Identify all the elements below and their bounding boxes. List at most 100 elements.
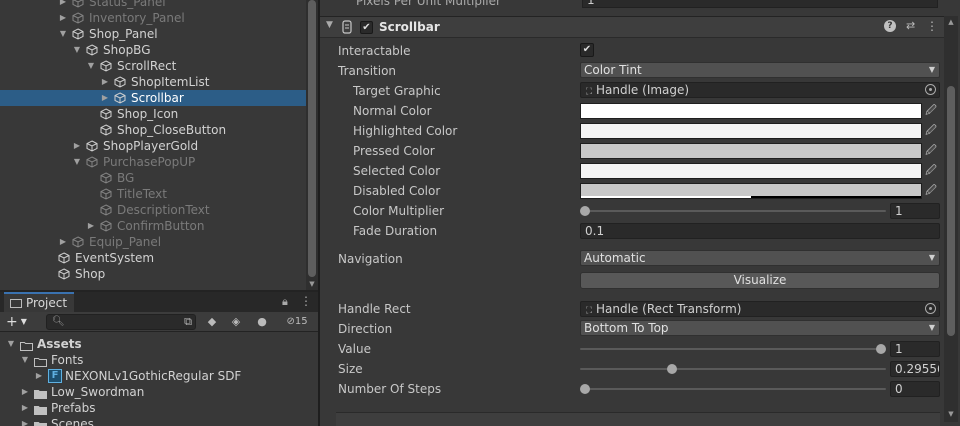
hierarchy-item[interactable]: Shop_Icon (0, 106, 306, 122)
hierarchy-item[interactable]: ▼ PurchasePopUP (0, 154, 306, 170)
navigation-dropdown[interactable]: Automatic ▼ (580, 250, 940, 266)
handle-rect-field[interactable]: ⛶ Handle (Rect Transform) (580, 301, 940, 317)
size-input[interactable]: 0.29556 (890, 361, 940, 377)
project-item[interactable]: ▶ Low_Swordman (0, 384, 318, 400)
disabled-color-swatch[interactable] (580, 183, 922, 199)
hierarchy-scroll-thumb[interactable] (308, 0, 316, 277)
project-item[interactable]: ▼ Assets (0, 336, 318, 352)
hierarchy-item[interactable]: ▼ ShopBG (0, 42, 306, 58)
component-enabled-checkbox[interactable]: ✔ (360, 21, 373, 34)
project-item[interactable]: ▶ Prefabs (0, 400, 318, 416)
slider-knob[interactable] (580, 206, 590, 216)
scroll-down-arrow-icon[interactable]: ▼ (947, 410, 955, 418)
kebab-menu-icon[interactable]: ⋮ (300, 294, 312, 308)
info-icon[interactable]: ● (254, 314, 270, 330)
hierarchy-item[interactable]: Shop_CloseButton (0, 122, 306, 138)
selected-color-swatch[interactable] (580, 163, 922, 179)
hierarchy-item[interactable]: ▶ ConfirmButton (0, 218, 306, 234)
hierarchy-item[interactable]: Shop (0, 266, 306, 282)
eyedropper-icon[interactable]: 🖉︎ (922, 143, 940, 159)
normal-color-swatch[interactable] (580, 103, 922, 119)
object-picker-icon[interactable] (925, 303, 936, 314)
object-picker-icon[interactable] (925, 84, 936, 95)
hierarchy-item[interactable]: ▶ Status_Panel (0, 0, 306, 10)
add-asset-button[interactable]: + ▼ (6, 314, 36, 330)
interactable-checkbox[interactable]: ✔ (580, 43, 594, 57)
hierarchy-item[interactable]: ▼ ScrollRect (0, 58, 306, 74)
expanded-arrow-icon[interactable]: ▼ (72, 154, 82, 170)
prev-field-input[interactable]: 1 (582, 0, 938, 8)
color-multiplier-slider[interactable] (580, 203, 886, 219)
slider-knob[interactable] (876, 344, 886, 354)
expanded-arrow-icon[interactable]: ▼ (86, 58, 96, 74)
project-item[interactable]: ▼ Fonts (0, 352, 318, 368)
project-item[interactable]: ▶ Scenes (0, 416, 318, 426)
component-menu-icon[interactable]: ⋮ (926, 19, 938, 33)
hierarchy-scrollbar[interactable]: ▼ (306, 0, 318, 290)
collapsed-arrow-icon[interactable]: ▶ (58, 0, 68, 10)
hidden-packages-toggle[interactable]: ⊘15 (280, 314, 314, 330)
collapsed-arrow-icon[interactable]: ▶ (20, 416, 30, 426)
collapsed-arrow-icon[interactable]: ▶ (58, 234, 68, 250)
inspector-scrollbar[interactable]: ▲ ▼ (944, 16, 958, 422)
collapsed-arrow-icon[interactable]: ▶ (86, 218, 96, 234)
transition-dropdown[interactable]: Color Tint ▼ (580, 62, 940, 78)
presets-icon[interactable]: ⇄ (906, 19, 915, 32)
hierarchy-item[interactable]: ▶ ShopItemList (0, 74, 306, 90)
collapsed-arrow-icon[interactable]: ▶ (58, 10, 68, 26)
size-slider[interactable] (580, 361, 886, 377)
value-input[interactable]: 1 (890, 341, 940, 357)
pressed-color-swatch[interactable] (580, 143, 922, 159)
hierarchy-item[interactable]: TitleText (0, 186, 306, 202)
foldout-arrow-icon[interactable]: ▼ (326, 20, 333, 30)
collapsed-arrow-icon[interactable]: ▶ (100, 74, 110, 90)
hierarchy-item[interactable]: ▼ Shop_Panel (0, 26, 306, 42)
scroll-down-arrow-icon[interactable]: ▼ (308, 280, 316, 288)
slider-knob[interactable] (667, 364, 678, 374)
hierarchy-item[interactable]: EventSystem (0, 250, 306, 266)
component-header[interactable]: ▼ ✔ Scrollbar ? ⇄ ⋮ (320, 16, 946, 38)
expanded-arrow-icon[interactable]: ▼ (6, 336, 16, 352)
script-icon (342, 20, 352, 34)
fade-duration-input[interactable]: 0.1 (580, 223, 940, 239)
filter-by-type-icon[interactable]: ◆ (204, 314, 220, 330)
hierarchy-item[interactable]: ▶ Scrollbar (0, 90, 306, 106)
expanded-arrow-icon[interactable]: ▼ (72, 42, 82, 58)
color-multiplier-input[interactable]: 1 (890, 203, 940, 219)
hierarchy-item[interactable]: ▶ Equip_Panel (0, 234, 306, 250)
collapsed-arrow-icon[interactable]: ▶ (20, 384, 30, 400)
target-graphic-field[interactable]: ⛶ Handle (Image) (580, 82, 940, 98)
number-of-steps-input[interactable]: 0 (890, 381, 940, 397)
project-item[interactable]: ▶ F NEXONLv1GothicRegular SDF (0, 368, 318, 384)
direction-dropdown[interactable]: Bottom To Top ▼ (580, 320, 940, 336)
lock-icon[interactable]: 🔒︎ (282, 295, 288, 309)
value-slider[interactable] (580, 341, 886, 357)
inspector-scroll-thumb[interactable] (947, 86, 955, 336)
help-icon[interactable]: ? (884, 20, 896, 32)
visualize-button[interactable]: Visualize (580, 272, 940, 289)
collapsed-arrow-icon[interactable]: ▶ (20, 400, 30, 416)
hierarchy-item[interactable]: DescriptionText (0, 202, 306, 218)
search-by-type-icon[interactable]: ⧉ (180, 314, 196, 330)
expanded-arrow-icon[interactable]: ▼ (58, 26, 68, 42)
project-search-input[interactable]: 🔍︎ (46, 314, 196, 330)
scroll-up-arrow-icon[interactable]: ▲ (947, 18, 955, 26)
eyedropper-icon[interactable]: 🖉︎ (922, 163, 940, 179)
filter-by-label-icon[interactable]: ◈ (228, 314, 244, 330)
collapsed-arrow-icon[interactable]: ▶ (34, 368, 44, 384)
hierarchy-item[interactable]: ▶ Inventory_Panel (0, 10, 306, 26)
highlighted-color-swatch[interactable] (580, 123, 922, 139)
hierarchy-item[interactable]: BG (0, 170, 306, 186)
expanded-arrow-icon[interactable]: ▼ (20, 352, 30, 368)
eyedropper-icon[interactable]: 🖉︎ (922, 183, 940, 199)
collapsed-arrow-icon[interactable]: ▶ (100, 90, 110, 106)
next-component-header[interactable] (336, 412, 940, 426)
gameobject-cube-icon (86, 44, 98, 56)
eyedropper-icon[interactable]: 🖉︎ (922, 123, 940, 139)
slider-knob[interactable] (580, 384, 590, 394)
eyedropper-icon[interactable]: 🖉︎ (922, 103, 940, 119)
collapsed-arrow-icon[interactable]: ▶ (72, 138, 82, 154)
number-of-steps-slider[interactable] (580, 381, 886, 397)
hierarchy-item[interactable]: ▶ ShopPlayerGold (0, 138, 306, 154)
tab-project[interactable]: Project (4, 292, 74, 312)
